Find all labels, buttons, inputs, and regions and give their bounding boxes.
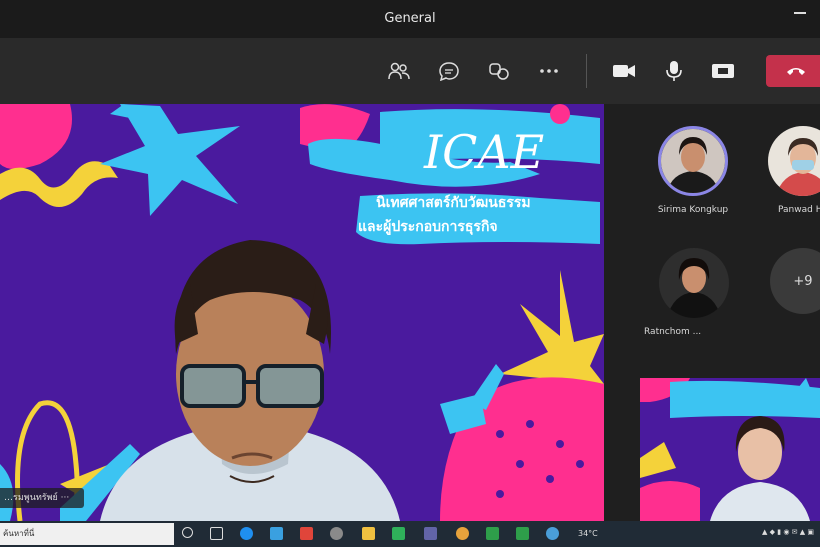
participant-name: Panwad Ho	[778, 205, 820, 215]
participant-tile[interactable]: Panwad Ho	[758, 126, 820, 215]
edge-icon[interactable]	[240, 527, 253, 540]
line-icon[interactable]	[392, 527, 405, 540]
file-explorer-icon[interactable]	[362, 527, 375, 540]
camera-icon[interactable]	[611, 58, 637, 84]
more-participants-tile[interactable]: +9	[768, 248, 820, 314]
meeting-toolbar	[0, 38, 820, 104]
slide-title: ICAE	[424, 125, 545, 179]
settings-icon[interactable]	[330, 527, 343, 540]
window-title: General	[384, 11, 436, 26]
chat-icon[interactable]	[436, 58, 462, 84]
excel-icon[interactable]	[486, 527, 499, 540]
participant-tile[interactable]: Ratnchom ...	[644, 248, 744, 337]
participant-tile[interactable]: Sirima Kongkup	[648, 126, 738, 215]
teams-icon[interactable]	[424, 527, 437, 540]
windows-taskbar: ค้นหาที่นี่ 34°C ▲ ◆ ▮ ◉ ✉ ▲ ▣	[0, 521, 820, 547]
avatar	[658, 126, 728, 196]
slide-subtitle-line2: และผู้ประกอบการธุรกิจ	[358, 219, 498, 235]
more-participants-count: +9	[770, 248, 820, 314]
main-video-stage: ICAE นิเทศศาสตร์กับวัฒนธรรม และผู้ประกอบ…	[0, 104, 604, 521]
system-tray-icons[interactable]: ▲ ◆ ▮ ◉ ✉ ▲ ▣	[762, 528, 814, 536]
participant-name: Ratnchom ...	[644, 327, 702, 337]
hang-up-button[interactable]	[766, 55, 820, 87]
app-icon[interactable]	[300, 527, 313, 540]
reactions-icon[interactable]	[486, 58, 512, 84]
toolbar-separator	[586, 54, 587, 88]
people-icon[interactable]	[386, 58, 412, 84]
mic-icon[interactable]	[661, 58, 687, 84]
self-view-video	[640, 378, 820, 521]
store-icon[interactable]	[270, 527, 283, 540]
participant-name: Sirima Kongkup	[657, 205, 729, 215]
cortana-icon[interactable]	[182, 527, 193, 538]
more-icon[interactable]	[536, 58, 562, 84]
weather-widget[interactable]: 34°C	[578, 529, 608, 542]
teams-meeting-window: General ICAE นิเทศศาสตร์กับวัฒนธรรม และผ…	[0, 0, 820, 547]
sheets-icon[interactable]	[516, 527, 529, 540]
hang-up-icon	[787, 68, 805, 75]
chrome-icon[interactable]	[456, 527, 469, 540]
taskbar-search-box[interactable]: ค้นหาที่นี่	[0, 523, 174, 545]
avatar	[659, 248, 729, 318]
minimize-icon[interactable]	[794, 12, 806, 14]
share-icon[interactable]	[710, 58, 736, 84]
slide-subtitle-line1: นิเทศศาสตร์กับวัฒนธรรม	[376, 195, 531, 211]
avatar	[768, 126, 820, 196]
speaker-name-tag: …รมพูนทรัพย์ ···	[0, 488, 84, 508]
task-view-icon[interactable]	[210, 527, 223, 540]
browser-icon[interactable]	[546, 527, 559, 540]
title-bar: General	[0, 0, 820, 38]
